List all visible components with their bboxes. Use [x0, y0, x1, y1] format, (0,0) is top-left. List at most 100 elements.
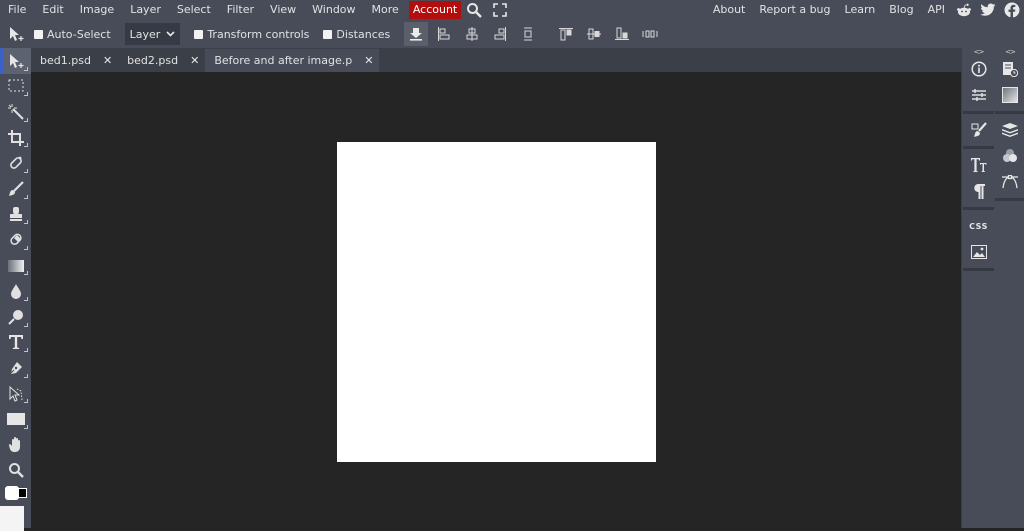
tab-bed2[interactable]: bed2.psd ✕: [118, 49, 205, 72]
css-label: CSS: [969, 221, 988, 231]
paragraph-icon[interactable]: [963, 178, 994, 204]
menu-select[interactable]: Select: [169, 0, 219, 20]
eraser-icon: [9, 233, 22, 245]
align-middle-button[interactable]: [582, 22, 606, 46]
account-button[interactable]: Account: [408, 1, 462, 19]
close-icon[interactable]: ✕: [190, 54, 199, 67]
move-tool[interactable]: [0, 48, 31, 74]
menu-filter[interactable]: Filter: [219, 0, 262, 20]
close-icon[interactable]: ✕: [103, 54, 112, 67]
fullscreen-icon[interactable]: [487, 0, 513, 20]
css-icon[interactable]: CSS: [963, 213, 994, 239]
auto-select-checkbox[interactable]: Auto-Select: [34, 28, 111, 41]
bandage-icon: [9, 156, 22, 170]
menu-image[interactable]: Image: [72, 0, 122, 20]
align-center-button[interactable]: [460, 22, 484, 46]
link-blog[interactable]: Blog: [882, 0, 920, 20]
dodge-tool[interactable]: [0, 304, 31, 330]
marquee-tool[interactable]: [0, 74, 31, 100]
menu-bar: File Edit Image Layer Select Filter View…: [0, 0, 1024, 20]
channels-icon[interactable]: [995, 143, 1024, 169]
link-about[interactable]: About: [706, 0, 753, 20]
shape-tool[interactable]: [0, 406, 31, 432]
swatches-icon[interactable]: [995, 82, 1024, 108]
zoom-tool[interactable]: [0, 458, 31, 484]
distances-box[interactable]: [323, 29, 333, 39]
link-learn[interactable]: Learn: [838, 0, 883, 20]
eraser-tool[interactable]: [0, 227, 31, 253]
path-select-icon: [9, 385, 22, 402]
crop-tool[interactable]: [0, 125, 31, 151]
character-icon[interactable]: [963, 152, 994, 178]
gradient-tool[interactable]: [0, 253, 31, 279]
menu-right-links: About Report a bug Learn Blog API: [706, 0, 1024, 20]
tab-bed1[interactable]: bed1.psd ✕: [31, 49, 118, 72]
menu-file[interactable]: File: [0, 0, 34, 20]
magic-wand-tool[interactable]: [0, 99, 31, 125]
collapse-toggle[interactable]: <>: [995, 48, 1024, 56]
menu-edit[interactable]: Edit: [34, 0, 71, 20]
distribute-horizontal-icon: [521, 27, 535, 41]
align-left-button[interactable]: [432, 22, 456, 46]
history-icon[interactable]: [995, 56, 1024, 82]
link-report-bug[interactable]: Report a bug: [752, 0, 837, 20]
move-tool-icon: [10, 53, 24, 68]
tab-label: bed2.psd: [127, 54, 179, 67]
collapse-toggle[interactable]: <>: [963, 48, 994, 56]
document-canvas[interactable]: [337, 142, 656, 462]
panel-divider: [963, 146, 994, 149]
panel-divider: [963, 268, 994, 271]
type-tool[interactable]: [0, 330, 31, 356]
clone-stamp-tool[interactable]: [0, 202, 31, 228]
blur-tool[interactable]: [0, 278, 31, 304]
workspace[interactable]: [31, 72, 961, 528]
reddit-icon[interactable]: [952, 0, 976, 20]
info-icon[interactable]: [963, 56, 994, 82]
menu-layer[interactable]: Layer: [122, 0, 169, 20]
brush-settings-icon[interactable]: [963, 117, 994, 143]
foreground-color[interactable]: [5, 486, 19, 500]
twitter-icon[interactable]: [976, 0, 1000, 20]
distribute-horizontal-button[interactable]: [516, 22, 540, 46]
align-top-button[interactable]: [554, 22, 578, 46]
dodge-icon: [7, 309, 23, 325]
pen-icon: [8, 361, 22, 376]
brush-tool[interactable]: [0, 176, 31, 202]
menu-more[interactable]: More: [364, 0, 407, 20]
distances-label: Distances: [336, 27, 391, 41]
healing-tool[interactable]: [0, 150, 31, 176]
auto-select-box[interactable]: [34, 29, 43, 39]
link-api[interactable]: API: [921, 0, 952, 20]
move-tool-icon[interactable]: [0, 20, 34, 48]
layers-icon[interactable]: [995, 117, 1024, 143]
menu-view[interactable]: View: [262, 0, 304, 20]
transform-controls-checkbox[interactable]: Transform controls: [194, 28, 309, 41]
adjustments-icon[interactable]: [963, 82, 994, 108]
align-middle-icon: [587, 27, 602, 41]
paths-icon[interactable]: [995, 169, 1024, 195]
facebook-icon[interactable]: [1000, 0, 1024, 20]
path-select-tool[interactable]: [0, 381, 31, 407]
transform-controls-box[interactable]: [194, 29, 204, 39]
menu-window[interactable]: Window: [304, 0, 363, 20]
layer-select[interactable]: Layer: [124, 23, 181, 45]
search-icon[interactable]: [461, 0, 487, 20]
distribute-vertical-button[interactable]: [638, 22, 662, 46]
download-icon: [409, 27, 423, 41]
zoom-icon: [8, 463, 24, 479]
hand-tool[interactable]: [0, 432, 31, 458]
align-bottom-button[interactable]: [610, 22, 634, 46]
image-icon[interactable]: [963, 239, 994, 265]
distances-checkbox[interactable]: Distances: [323, 28, 390, 41]
download-button[interactable]: [404, 22, 429, 46]
auto-select-label: Auto-Select: [47, 27, 111, 41]
align-right-button[interactable]: [488, 22, 512, 46]
tab-before-after-image[interactable]: Before and after image.p ✕: [205, 49, 380, 72]
distribute-vertical-icon: [642, 27, 658, 41]
crop-icon: [7, 129, 24, 146]
close-icon[interactable]: ✕: [364, 54, 373, 67]
right-panel: <> CSS <>: [961, 48, 1024, 528]
brush-icon: [8, 180, 24, 196]
pen-tool[interactable]: [0, 355, 31, 381]
rectangle-icon: [6, 413, 25, 426]
